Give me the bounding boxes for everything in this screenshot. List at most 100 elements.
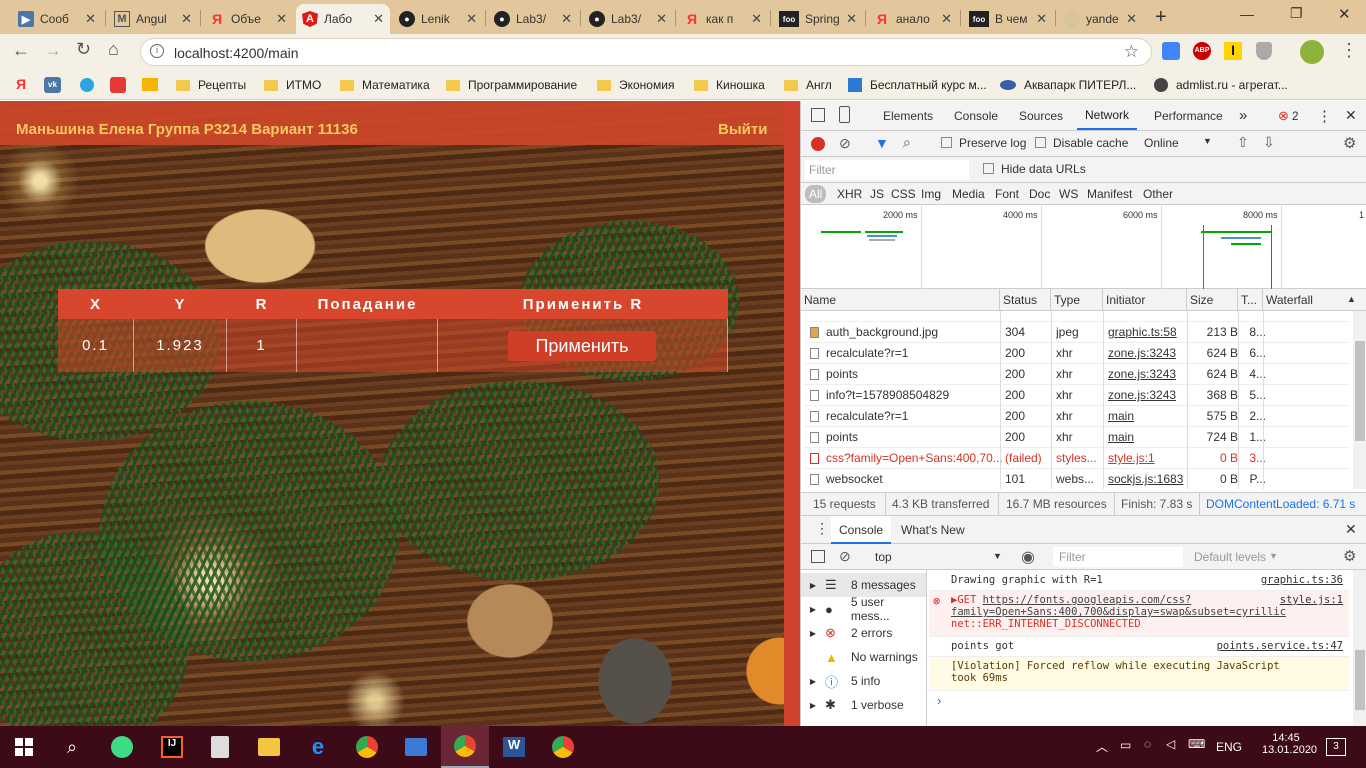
sidebar-toggle-icon[interactable]: [811, 550, 825, 563]
disable-cache-checkbox[interactable]: [1035, 137, 1046, 148]
menu-kebab-icon[interactable]: ⋮: [1340, 40, 1358, 61]
preserve-log-checkbox[interactable]: [941, 137, 952, 148]
close-tab-icon[interactable]: ✕: [1036, 11, 1047, 27]
console-scrollbar[interactable]: [1353, 570, 1366, 726]
bookmark-folder[interactable]: Программирование: [446, 76, 577, 94]
intellij-icon[interactable]: IJ: [148, 726, 196, 768]
network-request-row[interactable]: points 200 xhr main 724 B 1...: [804, 427, 1349, 448]
cell-initiator[interactable]: zone.js:3243: [1108, 364, 1190, 385]
forward-arrow-icon[interactable]: →: [44, 40, 62, 61]
device-toolbar-icon[interactable]: [839, 106, 850, 123]
browser-tab[interactable]: ▶ Сооб ✕: [12, 4, 102, 34]
type-css[interactable]: CSS: [891, 187, 916, 201]
context-select[interactable]: top: [867, 547, 1005, 567]
bookmark-folder[interactable]: Экономия: [597, 76, 674, 94]
chevron-up-icon[interactable]: ︿: [1096, 738, 1108, 755]
word-icon[interactable]: W: [490, 726, 538, 768]
remote-desktop-icon[interactable]: [392, 726, 440, 768]
browser-tab[interactable]: Я Объе ✕: [203, 4, 293, 34]
col-initiator[interactable]: Initiator: [1103, 289, 1187, 311]
url-text[interactable]: localhost:4200/main: [174, 45, 299, 61]
new-tab-button[interactable]: +: [1155, 6, 1167, 29]
volume-icon[interactable]: ◁: [1166, 737, 1175, 751]
bookmark-folder[interactable]: ИТМО: [264, 76, 321, 94]
source-link[interactable]: graphic.ts:36: [1261, 574, 1343, 586]
drawer-menu-icon[interactable]: ⋮: [815, 520, 829, 537]
bookmark-icon[interactable]: [80, 78, 94, 92]
error-url-link[interactable]: https://fonts.googleapis.com/css?family=…: [951, 594, 1286, 618]
network-filter-input[interactable]: Filter: [805, 160, 969, 180]
export-har-icon[interactable]: ⇩: [1263, 134, 1275, 151]
apply-r-button[interactable]: Применить: [508, 331, 656, 361]
network-request-row[interactable]: css?family=Open+Sans:400,70... (failed) st…: [804, 448, 1349, 469]
sidebar-item-messages[interactable]: ▶ ☰ 8 messages: [801, 573, 926, 597]
sidebar-item-user-messages[interactable]: ▶ ● 5 user mess...: [801, 595, 926, 623]
cell-initiator[interactable]: zone.js:3243: [1108, 343, 1190, 364]
lingualeo-extension-icon[interactable]: l: [1224, 42, 1242, 60]
tab-performance[interactable]: Performance: [1154, 101, 1223, 130]
shield-extension-icon[interactable]: [1256, 42, 1272, 60]
eye-icon[interactable]: ◉: [1021, 547, 1035, 567]
drawer-tab-console[interactable]: Console: [831, 516, 892, 544]
language-indicator[interactable]: ENG: [1216, 740, 1242, 754]
import-har-icon[interactable]: ⇧: [1237, 134, 1249, 151]
home-icon[interactable]: ⌂: [108, 39, 119, 60]
close-tab-icon[interactable]: ✕: [846, 11, 857, 27]
type-manifest[interactable]: Manifest: [1087, 187, 1132, 201]
record-icon[interactable]: [811, 137, 825, 151]
file-explorer-icon[interactable]: [245, 726, 293, 768]
vk-bookmark-icon[interactable]: vk: [44, 77, 61, 93]
network-request-row[interactable]: auth_background.jpg 304 jpeg graphic.ts:58 2…: [804, 322, 1349, 343]
close-tab-icon[interactable]: ✕: [181, 11, 192, 27]
cell-initiator[interactable]: graphic.ts:58: [1108, 322, 1190, 343]
close-tab-icon[interactable]: ✕: [276, 11, 287, 27]
translate-extension-icon[interactable]: [1162, 42, 1180, 60]
windows-start-icon[interactable]: [0, 726, 48, 768]
source-link[interactable]: style.js:1: [1280, 594, 1343, 606]
tab-elements[interactable]: Elements: [883, 101, 933, 130]
network-request-row[interactable]: websocket 101 webs... sockjs.js:1683 0 B P...: [804, 469, 1349, 489]
tab-network[interactable]: Network: [1077, 101, 1138, 130]
browser-tab[interactable]: M Angul ✕: [108, 4, 198, 34]
mail-bookmark-icon[interactable]: [110, 77, 126, 93]
type-media[interactable]: Media: [952, 187, 985, 201]
network-request-row[interactable]: info?t=1578908504829 200 xhr zone.js:3243 36…: [804, 385, 1349, 406]
browser-tab[interactable]: ● Lenik ✕: [393, 4, 483, 34]
battery-icon[interactable]: ▭: [1120, 738, 1131, 752]
bookmark-link[interactable]: Аквапарк ПИТЕРЛ...: [1000, 76, 1136, 94]
drawer-tab-whats-new[interactable]: What's New: [901, 523, 965, 537]
devtools-menu-icon[interactable]: ⋮: [1317, 101, 1332, 130]
sidebar-item-verbose[interactable]: ▶ ✱ 1 verbose: [801, 693, 926, 717]
browser-tab[interactable]: foo Spring ✕: [773, 4, 863, 34]
hide-data-urls-checkbox[interactable]: [983, 163, 994, 174]
minimize-button[interactable]: —: [1240, 6, 1254, 22]
chrome-icon[interactable]: [539, 726, 587, 768]
browser-tab[interactable]: ● Lab3/✕: [583, 4, 673, 34]
type-xhr[interactable]: XHR: [837, 187, 862, 201]
console-prompt[interactable]: ›: [937, 693, 941, 708]
network-overview[interactable]: 2000 ms 4000 ms 6000 ms 8000 ms 1: [801, 205, 1366, 289]
type-js[interactable]: JS: [870, 187, 884, 201]
close-tab-icon[interactable]: ✕: [561, 11, 572, 27]
envelope-bookmark-icon[interactable]: [142, 78, 158, 91]
throttle-select[interactable]: Online: [1144, 136, 1179, 150]
tab-sources[interactable]: Sources: [1019, 101, 1063, 130]
page-scrollbar[interactable]: [784, 101, 800, 726]
network-request-row[interactable]: recalculate?r=1 200 xhr zone.js:3243 624 B 6.…: [804, 343, 1349, 364]
network-icon[interactable]: ◌: [1144, 737, 1151, 751]
log-levels-select[interactable]: Default levels: [1194, 550, 1266, 564]
more-tabs-icon[interactable]: »: [1239, 101, 1247, 130]
col-size[interactable]: Size: [1187, 289, 1238, 311]
network-request-row[interactable]: recalculate?r=1 200 xhr main 575 B 2...: [804, 406, 1349, 427]
sidebar-item-warnings[interactable]: ▲ No warnings: [801, 645, 926, 669]
close-tab-icon[interactable]: ✕: [85, 11, 96, 27]
bookmark-folder[interactable]: Англ: [784, 76, 832, 94]
cell-initiator[interactable]: main: [1108, 406, 1190, 427]
close-tab-icon[interactable]: ✕: [656, 11, 667, 27]
chrome-icon[interactable]: [343, 726, 391, 768]
clear-console-icon[interactable]: ⊘: [839, 548, 851, 565]
browser-tab[interactable]: ● Lab3/✕: [488, 4, 578, 34]
error-counter[interactable]: ⊗ 2: [1278, 101, 1299, 130]
cell-initiator[interactable]: style.js:1: [1108, 448, 1190, 469]
col-waterfall[interactable]: Waterfall: [1263, 289, 1349, 311]
